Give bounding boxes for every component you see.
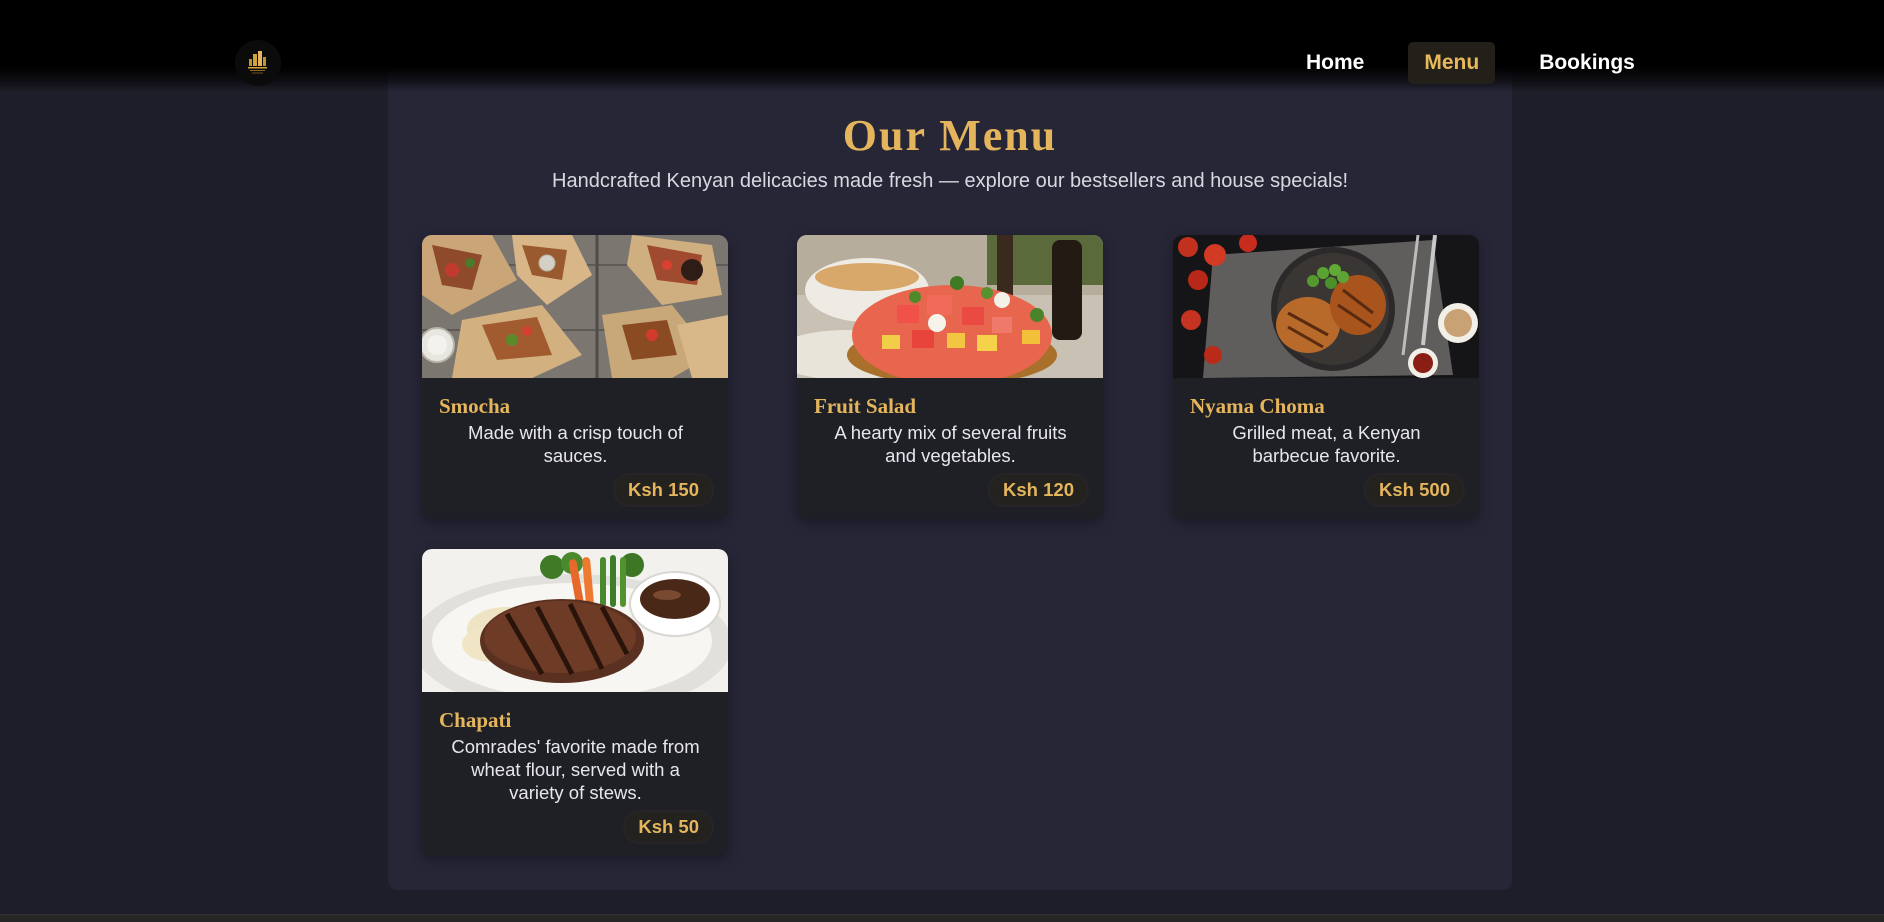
menu-card-fruit-salad[interactable]: Fruit Salad A hearty mix of several frui… (797, 235, 1103, 519)
menu-card-nyama-choma[interactable]: Nyama Choma Grilled meat, a Kenyan barbe… (1173, 235, 1479, 519)
item-name: Nyama Choma (1190, 394, 1325, 418)
navbar: Home Menu Bookings (0, 0, 1884, 92)
item-description: Made with a crisp touch of sauces. (468, 422, 683, 466)
item-name: Chapati (439, 708, 512, 732)
item-description: Grilled meat, a Kenyan barbecue favorite… (1232, 422, 1421, 466)
card-body: Chapati Comrades' favorite made from whe… (422, 692, 728, 856)
price-badge: Ksh 50 (625, 812, 712, 842)
price-badge: Ksh 500 (1366, 475, 1463, 505)
fruit-salad-photo (797, 235, 1103, 378)
nav-bookings-link[interactable]: Bookings (1523, 42, 1651, 84)
menu-subtitle: Handcrafted Kenyan delicacies made fresh… (552, 170, 1348, 192)
menu-card-chapati[interactable]: Chapati Comrades' favorite made from whe… (422, 549, 728, 856)
wraps-photo (422, 235, 728, 378)
card-body: Nyama Choma Grilled meat, a Kenyan barbe… (1173, 378, 1479, 519)
page-footer-edge (0, 914, 1884, 922)
price-badge: Ksh 120 (990, 475, 1087, 505)
item-description: Comrades' favorite made from wheat flour… (451, 736, 700, 803)
menu-section: Our Menu Handcrafted Kenyan delicacies m… (388, 66, 1512, 890)
nav-menu-link[interactable]: Menu (1408, 42, 1496, 84)
menu-card-smocha[interactable]: Smocha Made with a crisp touch of sauces… (422, 235, 728, 519)
brand-logo[interactable] (235, 40, 281, 86)
price-badge: Ksh 150 (615, 475, 712, 505)
card-body: Fruit Salad A hearty mix of several frui… (797, 378, 1103, 519)
steak-plate-photo (422, 549, 728, 692)
grilled-chicken-photo (1173, 235, 1479, 378)
item-description: A hearty mix of several fruits and veget… (834, 422, 1067, 466)
nav-home-link[interactable]: Home (1290, 42, 1380, 84)
item-name: Smocha (439, 394, 511, 418)
menu-title: Our Menu (842, 111, 1058, 160)
card-body: Smocha Made with a crisp touch of sauces… (422, 378, 728, 519)
building-logo-icon (248, 51, 267, 74)
nav-links: Home Menu Bookings (1290, 42, 1651, 84)
item-name: Fruit Salad (814, 394, 917, 418)
